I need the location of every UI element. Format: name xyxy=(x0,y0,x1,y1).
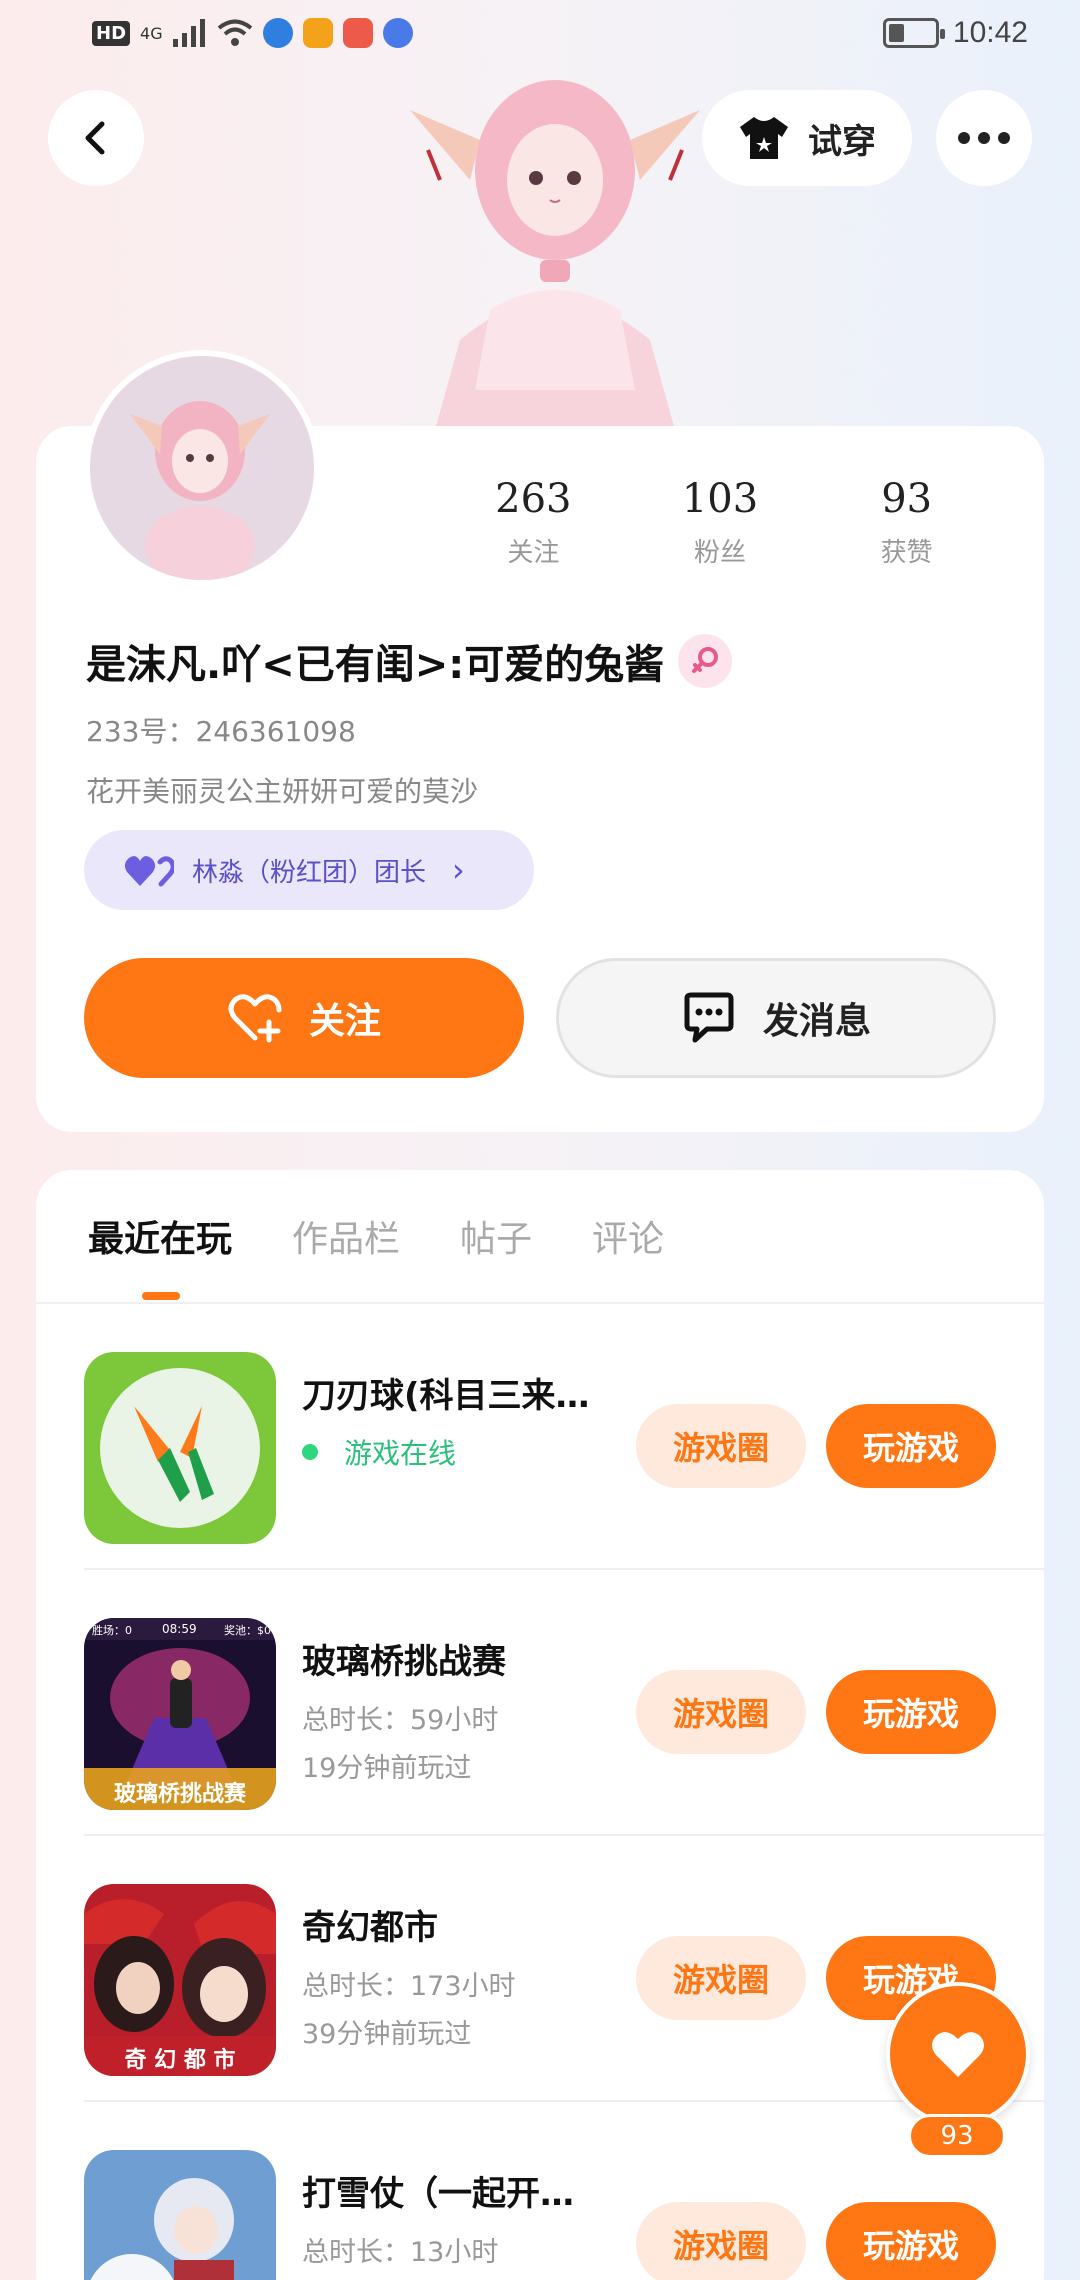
send-message-button[interactable]: 发消息 xyxy=(556,958,996,1078)
avatar-character-image xyxy=(130,401,270,580)
games-card: 最近在玩 作品栏 帖子 评论 刀刃球(科目三来… 游戏在线 游戏圈 玩游戏 胜场… xyxy=(36,1170,1044,2280)
online-dot-icon xyxy=(302,1444,318,1460)
game-playtime: 总时长：173小时 xyxy=(302,1971,516,2002)
nickname-text: 是沫凡.吖<已有闺>:可爱的兔酱 xyxy=(86,642,665,688)
game-playtime: 总时长：13小时 xyxy=(302,2237,499,2268)
game-list-item[interactable]: 打雪仗（一起开… 总时长：13小时 游戏圈 玩游戏 xyxy=(84,2102,1044,2280)
fan-group-badge[interactable]: 林淼（粉红团）团长 › xyxy=(84,830,534,910)
game-thumbnail[interactable] xyxy=(84,1352,276,1544)
game-circle-button[interactable]: 游戏圈 xyxy=(636,1670,806,1754)
thumb-caption: 奇 幻 都 市 xyxy=(124,2048,236,2073)
like-fab-button[interactable] xyxy=(886,1982,1030,2126)
tab-works[interactable]: 作品栏 xyxy=(292,1210,400,1262)
blade-ball-game-icon xyxy=(100,1368,260,1528)
game-list-item[interactable]: 胜场：0 08:59 奖池：$0 玻璃桥挑战赛 玻璃桥挑战赛 总时长：59小时 … xyxy=(84,1570,1044,1836)
stat-following[interactable]: 263 关注 xyxy=(440,476,627,569)
profile-nickname: 是沫凡.吖<已有闺>:可爱的兔酱 xyxy=(86,632,733,690)
status-right: 10:42 xyxy=(882,16,1028,50)
game-list-item[interactable]: 刀刃球(科目三来… 游戏在线 游戏圈 玩游戏 xyxy=(84,1304,1044,1570)
avatar[interactable] xyxy=(84,350,320,586)
gender-badge xyxy=(678,634,733,688)
music-app-icon xyxy=(382,18,413,48)
user-id: 233号：246361098 xyxy=(86,715,356,748)
game-title: 玻璃桥挑战赛 xyxy=(302,1642,506,1682)
game-title: 奇幻都市 xyxy=(302,1908,438,1948)
video-app-icon xyxy=(302,18,333,48)
game-title: 打雪仗（一起开… xyxy=(302,2174,574,2214)
chat-bubble-icon xyxy=(684,992,734,1043)
follow-button[interactable]: 关注 xyxy=(84,958,524,1078)
thumb-hud-right: 奖池：$0 xyxy=(224,1624,271,1637)
browser-app-icon xyxy=(262,18,293,48)
heart-icon xyxy=(932,2032,984,2077)
hd-indicator: HD xyxy=(92,20,131,46)
online-status-text: 游戏在线 xyxy=(344,1437,457,1470)
stat-likes[interactable]: 93 获赞 xyxy=(813,476,1000,569)
snowball-game-icon xyxy=(90,2178,234,2280)
message-label: 发消息 xyxy=(762,1001,871,1042)
signal-icon xyxy=(172,19,205,47)
try-on-label: 试穿 xyxy=(808,121,876,162)
try-on-button[interactable]: 试穿 xyxy=(702,90,912,186)
status-left: HD 4G xyxy=(92,18,413,48)
battery-icon xyxy=(882,18,945,48)
user-bio: 花开美丽灵公主妍妍可爱的莫沙 xyxy=(86,775,479,808)
more-dots-icon xyxy=(958,132,970,144)
profile-stats: 263 关注 103 粉丝 93 获赞 xyxy=(440,476,1000,569)
stat-label: 粉丝 xyxy=(694,538,747,568)
game-circle-button[interactable]: 游戏圈 xyxy=(636,1404,806,1488)
like-count-badge: 93 xyxy=(908,2114,1006,2158)
thumb-hud-time: 08:59 xyxy=(162,1622,197,1636)
stat-followers[interactable]: 103 粉丝 xyxy=(627,476,814,569)
stat-value: 263 xyxy=(495,476,572,522)
stat-value: 93 xyxy=(881,476,933,522)
tab-recently-played[interactable]: 最近在玩 xyxy=(88,1210,232,1262)
double-heart-icon xyxy=(124,856,174,887)
stat-label: 关注 xyxy=(507,538,560,568)
tab-posts[interactable]: 帖子 xyxy=(460,1210,532,1262)
play-game-button[interactable]: 玩游戏 xyxy=(826,1670,996,1754)
game-thumbnail[interactable] xyxy=(84,2150,276,2280)
back-button[interactable] xyxy=(48,90,144,186)
profile-tabs: 最近在玩 作品栏 帖子 评论 xyxy=(88,1210,664,1262)
more-button[interactable] xyxy=(936,90,1032,186)
stat-label: 获赞 xyxy=(880,538,933,568)
play-game-button[interactable]: 玩游戏 xyxy=(826,1404,996,1488)
game-last-played: 39分钟前玩过 xyxy=(302,2019,472,2050)
chevron-left-icon xyxy=(85,121,105,155)
active-tab-indicator xyxy=(142,1292,180,1300)
shop-app-icon xyxy=(342,18,373,48)
wifi-icon xyxy=(217,19,252,46)
female-icon xyxy=(692,647,719,673)
game-thumbnail[interactable]: 胜场：0 08:59 奖池：$0 玻璃桥挑战赛 xyxy=(84,1618,276,1810)
chevron-right-icon: › xyxy=(452,851,465,889)
network-type: 4G xyxy=(140,23,163,43)
tshirt-icon xyxy=(740,117,788,159)
game-circle-button[interactable]: 游戏圈 xyxy=(636,1936,806,2020)
game-thumbnail[interactable]: 奇 幻 都 市 xyxy=(84,1884,276,2076)
follow-label: 关注 xyxy=(308,1001,381,1042)
game-circle-button[interactable]: 游戏圈 xyxy=(636,2202,806,2280)
fan-badge-label: 林淼（粉红团）团长 xyxy=(192,857,427,888)
stat-value: 103 xyxy=(681,476,759,522)
thumb-caption: 玻璃桥挑战赛 xyxy=(113,1782,246,1807)
game-last-played: 19分钟前玩过 xyxy=(302,1753,472,1784)
thumb-hud-left: 胜场：0 xyxy=(92,1624,132,1637)
character-banner-image xyxy=(410,80,700,430)
heart-plus-icon xyxy=(228,994,282,1043)
game-title: 刀刃球(科目三来… xyxy=(302,1376,590,1416)
game-online-status: 游戏在线 xyxy=(302,1432,456,1472)
game-playtime: 总时长：59小时 xyxy=(302,1705,499,1736)
tab-comments[interactable]: 评论 xyxy=(592,1210,664,1262)
play-game-button[interactable]: 玩游戏 xyxy=(826,2202,996,2280)
clock: 10:42 xyxy=(952,16,1028,49)
